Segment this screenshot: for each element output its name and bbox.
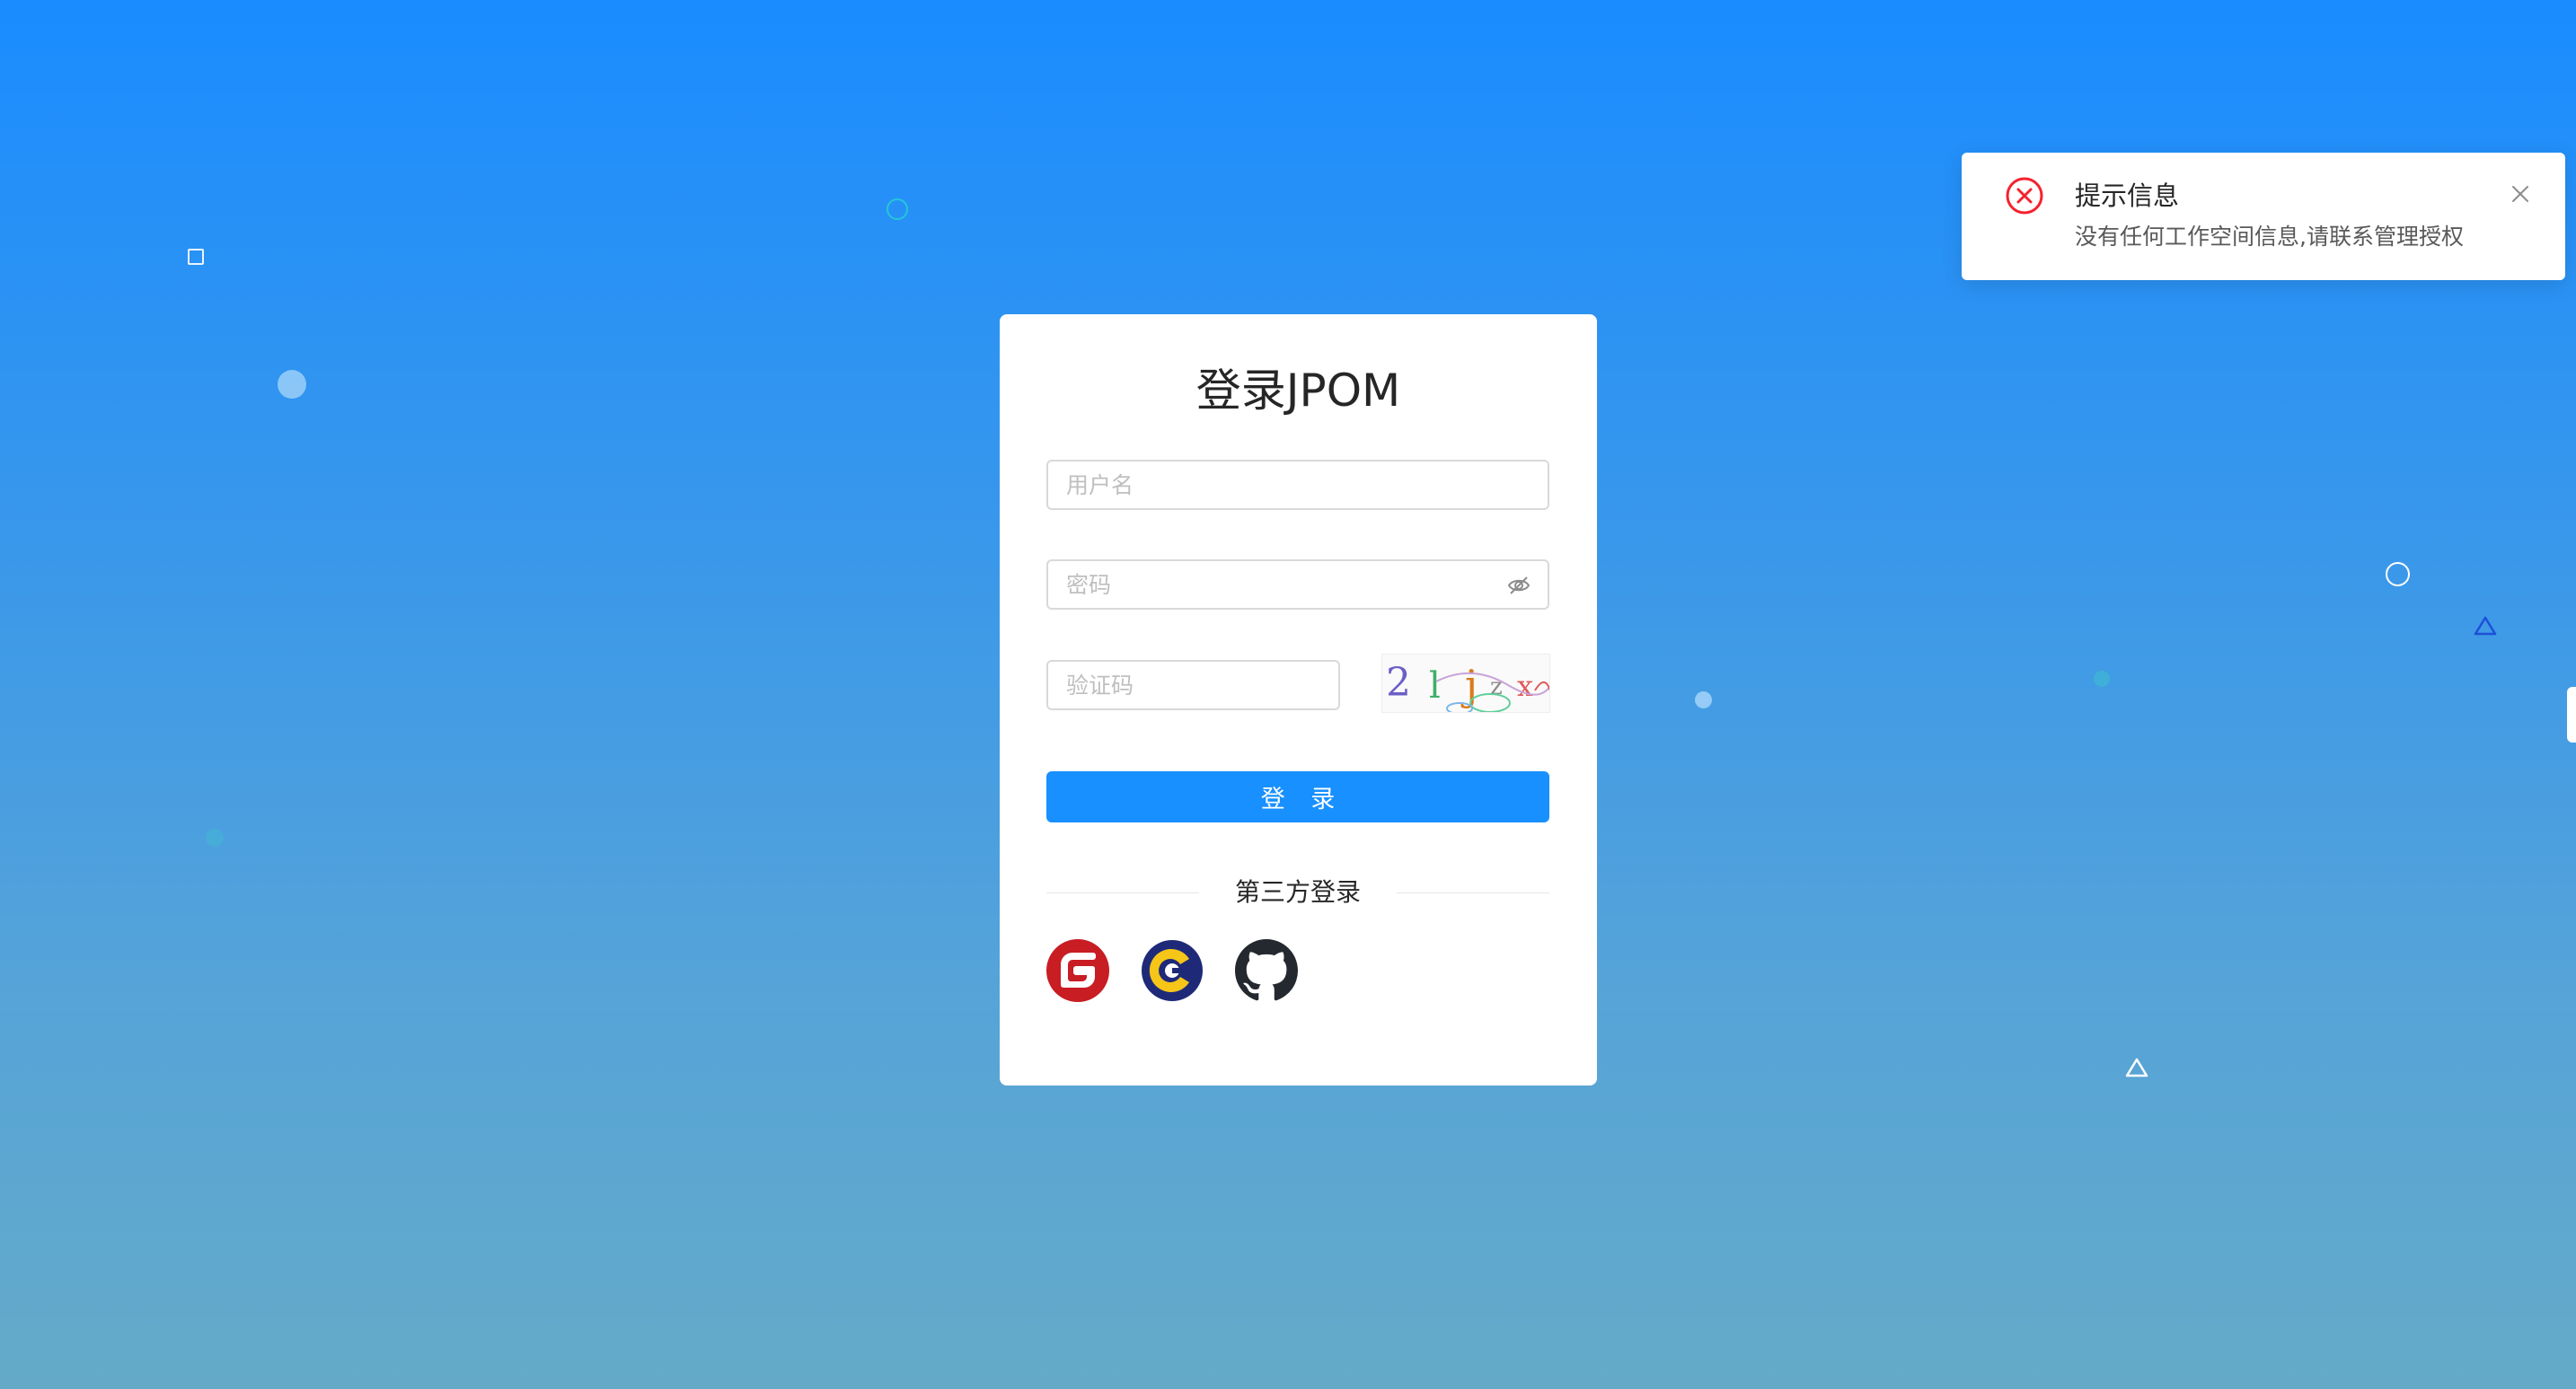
notification-title: 提示信息: [2075, 180, 2180, 211]
decoration-ring: [2386, 562, 2410, 586]
third-party-divider: 第三方登录: [1046, 871, 1549, 914]
login-title: 登录JPOM: [1195, 365, 1401, 417]
side-drawer-handle[interactable]: [2567, 687, 2576, 743]
username-input[interactable]: [1048, 462, 1548, 508]
captcha-char-5: x: [1517, 669, 1533, 703]
divider-line: [1397, 892, 1549, 893]
username-field[interactable]: [1046, 460, 1549, 510]
login-card: 登录JPOM 2 l j z x: [1000, 314, 1597, 1086]
decoration-triangle: [2125, 1058, 2148, 1077]
close-circle-icon: [2006, 177, 2043, 215]
captcha-input[interactable]: [1048, 662, 1338, 708]
maxkey-icon[interactable]: [1141, 939, 1204, 1002]
decoration-square: [188, 249, 204, 265]
password-field[interactable]: [1046, 559, 1549, 610]
decoration-ring: [887, 198, 908, 220]
captcha-image[interactable]: 2 l j z x: [1381, 654, 1550, 713]
notification-message: 没有任何工作空间信息,请联系管理授权: [2075, 224, 2464, 250]
captcha-field[interactable]: [1046, 660, 1340, 710]
decoration-dot: [1695, 691, 1712, 708]
decoration-dot: [206, 829, 224, 847]
password-input[interactable]: [1048, 561, 1548, 608]
error-notification: 提示信息 没有任何工作空间信息,请联系管理授权: [1962, 153, 2565, 280]
login-button[interactable]: 登 录: [1046, 771, 1549, 822]
login-page: 登录JPOM 2 l j z x: [0, 0, 2576, 1389]
eye-invisible-icon[interactable]: [1506, 573, 1531, 598]
captcha-graphic: 2 l j z x: [1386, 660, 1549, 712]
github-icon[interactable]: [1235, 939, 1298, 1002]
decoration-dot: [2094, 671, 2110, 687]
decoration-dot: [278, 370, 306, 399]
captcha-char-2: l: [1429, 665, 1441, 707]
decoration-triangle: [2474, 616, 2497, 636]
captcha-char-1: 2: [1386, 660, 1411, 706]
close-icon[interactable]: [2510, 183, 2531, 205]
captcha-char-3: j: [1460, 661, 1478, 709]
gitee-icon[interactable]: [1046, 939, 1109, 1002]
